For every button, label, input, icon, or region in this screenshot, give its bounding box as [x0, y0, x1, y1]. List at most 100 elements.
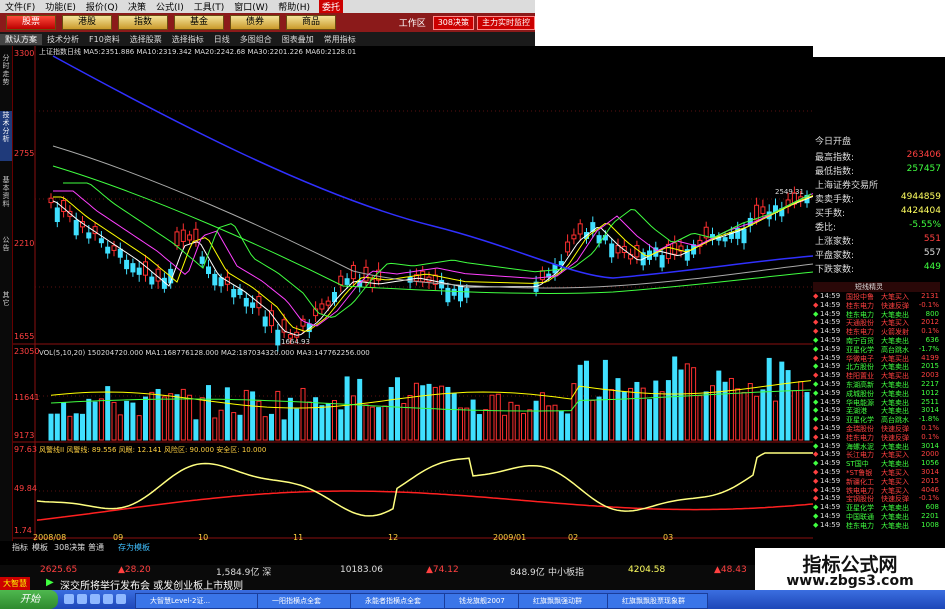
tick-list[interactable]: ◆ 14:59 国投中鲁 大笔买入 2131 ◆ 14:59 桂东电力 快速反弹 -0.1% ◆ 14… [813, 292, 940, 532]
bottom-tab[interactable]: 308决策 [54, 542, 85, 553]
quicklaunch-icon[interactable] [90, 594, 100, 604]
tick-marker-icon: ◆ [813, 397, 819, 406]
taskbar-item[interactable]: 永能者指横点全套 [350, 593, 453, 609]
tick-row[interactable]: ◆ 14:59 南宁百货 大笔卖出 636 [813, 336, 940, 345]
module-tab[interactable]: 基金 [174, 15, 224, 30]
toolbar-item[interactable]: 选择股票 [125, 34, 167, 45]
tick-row[interactable]: ◆ 14:59 桂阳置业 大笔买出 2003 [813, 371, 940, 380]
taskbar-item[interactable]: 一阳指横点全套 [257, 593, 360, 609]
tick-row[interactable]: ◆ 14:59 东湖高新 大笔卖出 2217 [813, 380, 940, 389]
tick-time: 14:59 [820, 300, 841, 309]
chart-area[interactable]: 3300 2755 2210 1655 23050 11641 9173 97.63 49.84… [13, 46, 813, 541]
bottom-tab[interactable]: 存为模板 [118, 542, 150, 553]
candle [445, 287, 451, 303]
tick-marker-icon: ◆ [813, 353, 819, 362]
candle [571, 234, 577, 240]
tick-row[interactable]: ◆ 14:59 新疆化工 大笔买入 2015 [813, 477, 940, 486]
volume-bar [363, 404, 369, 441]
quicklaunch-icon[interactable] [77, 594, 87, 604]
tick-row[interactable]: ◆ 14:59 桂东电力 快速反弹 0.1% [813, 433, 940, 442]
menu-item[interactable]: 文件(F) [0, 0, 40, 13]
price-header: 上证指数日线 MA5:2351.886 MA10:2319.342 MA20:2… [39, 47, 356, 56]
taskbar-item[interactable]: 大智慧Level-2证... [135, 593, 266, 609]
side-tab[interactable]: 技术分析 [0, 111, 12, 161]
side-tab[interactable]: 其它 [0, 291, 12, 341]
toolbar-item[interactable]: 默认方案 [0, 33, 42, 45]
module-tab[interactable]: 商品 [286, 15, 336, 30]
tick-row[interactable]: ◆ 14:59 华微电子 大笔买出 4199 [813, 354, 940, 363]
volume-bar [489, 394, 495, 441]
tick-row[interactable]: ◆ 14:59 亚星化学 高台跳水 -1.7% [813, 345, 940, 354]
tick-row[interactable]: ◆ 14:59 桂东电力 火箭发射 0.1% [813, 327, 940, 336]
quicklaunch-icon[interactable] [64, 594, 74, 604]
toolbar-item[interactable]: 技术分析 [42, 34, 84, 45]
tick-row[interactable]: ◆ 14:59 宝钢股份 快速反弹 -0.1% [813, 494, 940, 503]
quicklaunch-icon[interactable] [103, 594, 113, 604]
tick-row[interactable]: ◆ 14:59 *ST鲁银 大笔买入 3014 [813, 468, 940, 477]
menu-item[interactable]: 公式(I) [151, 0, 189, 13]
taskbar-item[interactable]: 红旗飘飘强动群 [518, 593, 616, 609]
menu-item[interactable]: 帮助(H) [273, 0, 315, 13]
tick-row[interactable]: ◆ 14:59 天通股份 大笔买入 2012 [813, 318, 940, 327]
start-button[interactable]: 开始 [0, 590, 58, 609]
menu-item[interactable]: 窗口(W) [229, 0, 273, 13]
menu-item[interactable]: 决策 [123, 0, 151, 13]
info-row: 上海证券交易所 [815, 178, 943, 191]
quicklaunch-icon[interactable] [116, 594, 126, 604]
news-ticker[interactable]: 大智慧 ▶ 深交所将举行发布会 或发创业板上市规则 [0, 577, 770, 592]
tick-time: 14:59 [820, 450, 841, 459]
toolbar-item[interactable]: 选择指标 [167, 34, 209, 45]
tick-row[interactable]: ◆ 14:59 铁电电力 大笔买入 4046 [813, 486, 940, 495]
tick-row[interactable]: ◆ 14:59 中国联通 大笔卖出 2201 [813, 512, 940, 521]
side-tab[interactable]: 公告 [0, 236, 12, 286]
toolbar-item[interactable]: 多图组合 [235, 34, 277, 45]
info-row: 下跌家数: 449 [815, 262, 943, 275]
tick-row[interactable]: ◆ 14:59 桂东电力 大笔卖出 800 [813, 310, 940, 319]
bottom-tab[interactable]: 普通 [88, 542, 104, 553]
tick-row[interactable]: ◆ 14:59 成城股份 大笔卖出 1012 [813, 389, 940, 398]
module-button[interactable]: 308决策 [432, 15, 474, 30]
module-tab[interactable]: 债券 [230, 15, 280, 30]
toolbar-item[interactable]: 图表叠加 [277, 34, 319, 45]
toolbar-item[interactable]: 常用指标 [319, 34, 361, 45]
menu-item[interactable]: 功能(E) [40, 0, 81, 13]
tick-row[interactable]: ◆ 14:59 金瑞股份 快速反弹 0.1% [813, 424, 940, 433]
toolbar-item[interactable]: 日线 [209, 34, 235, 45]
tick-row[interactable]: ◆ 14:59 亚星化学 大笔卖出 608 [813, 503, 940, 512]
x-axis-label: 12 [388, 533, 398, 541]
tick-value: 1008 [921, 520, 939, 529]
tick-row[interactable]: ◆ 14:59 芜湖港 大笔卖出 3014 [813, 406, 940, 415]
side-tab[interactable]: 基本资料 [0, 176, 12, 226]
tick-time: 14:59 [820, 415, 841, 424]
volume-bar [231, 412, 237, 441]
module-tab[interactable]: 股票 [6, 15, 56, 30]
tick-row[interactable]: ◆ 14:59 国投中鲁 大笔买入 2131 [813, 292, 940, 301]
info-value: -5.55% [909, 220, 941, 230]
workspace-label[interactable]: 工作区 [399, 16, 426, 29]
bottom-tab[interactable]: 模板 [32, 542, 48, 553]
tick-value: 2015 [921, 476, 939, 485]
tick-row[interactable]: ◆ 14:59 桂东电力 快速反弹 -0.1% [813, 301, 940, 310]
module-tab[interactable]: 指数 [118, 15, 168, 30]
tick-row[interactable]: ◆ 14:59 亚星化学 高台跳水 -1.8% [813, 415, 940, 424]
tick-row[interactable]: ◆ 14:59 华电能源 大笔卖出 2511 [813, 398, 940, 407]
tick-row[interactable]: ◆ 14:59 北方股份 大笔卖出 2015 [813, 362, 940, 371]
tick-row[interactable]: ◆ 14:59 海螺水泥 大笔卖出 3014 [813, 442, 940, 451]
tick-row[interactable]: ◆ 14:59 ST国中 大笔卖出 1056 [813, 459, 940, 468]
bottom-tab[interactable]: 指标 [12, 542, 28, 553]
tick-row[interactable]: ◆ 14:59 长江电力 大笔买入 2000 [813, 450, 940, 459]
taskbar-item[interactable]: 红旗飘飘股票现象群 [607, 593, 708, 609]
toolbar-item[interactable]: F10资料 [84, 34, 125, 45]
module-button[interactable]: 主力实时监控 [477, 15, 535, 30]
menu-item[interactable]: 报价(Q) [81, 0, 123, 13]
tick-row[interactable]: ◆ 14:59 桂东电力 大笔卖出 1008 [813, 521, 940, 530]
tick-value: 2015 [921, 362, 939, 371]
menu-item-entrust[interactable]: 委托 [318, 0, 343, 13]
tick-value: 2217 [921, 380, 939, 388]
volume-bar [609, 389, 615, 441]
taskbar-item[interactable]: 钱龙旗舰2007 [444, 593, 528, 609]
tick-value: 4046 [921, 485, 939, 494]
side-tab[interactable]: 分时走势 [0, 54, 12, 104]
module-tab[interactable]: 港股 [62, 15, 112, 30]
menu-item[interactable]: 工具(T) [189, 0, 230, 13]
